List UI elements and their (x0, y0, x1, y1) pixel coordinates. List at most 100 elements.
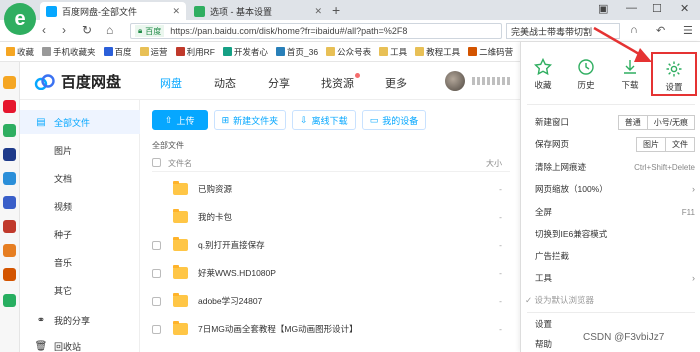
home-icon[interactable]: ⌂ (106, 23, 113, 37)
table-row[interactable]: q.别打开直接保存 - (152, 232, 510, 258)
menu-item-zoom[interactable]: 网页缩放（100%） › (535, 181, 695, 197)
pin-icon[interactable]: ▣ (598, 2, 608, 15)
tab-baidu-pan[interactable]: 百度网盘-全部文件 ✕ (40, 2, 186, 20)
menu-favorites-button[interactable]: 收藏 (523, 58, 563, 91)
game-icon[interactable] (3, 220, 16, 233)
new-folder-button[interactable]: ⊞ 新建文件夹 (213, 110, 287, 130)
mail-icon[interactable] (3, 124, 16, 137)
nav-more[interactable]: 更多 (385, 75, 407, 91)
sidebar-item-documents[interactable]: 文档 (20, 166, 140, 190)
menu-icon[interactable]: ☰ (683, 24, 693, 37)
browser-logo[interactable]: e (4, 3, 36, 35)
app-icon[interactable] (3, 172, 16, 185)
save-as-file[interactable]: 文件 (666, 136, 695, 152)
menu-item-settings[interactable]: 设置 (535, 316, 695, 332)
bookmark-item[interactable]: 手机收藏夹 (42, 46, 96, 58)
file-name: q.别打开直接保存 (198, 240, 265, 250)
favorites-icon[interactable] (3, 76, 16, 89)
close-icon[interactable]: ✕ (314, 6, 322, 17)
sidebar-item-other[interactable]: 其它 (20, 278, 140, 302)
save-as-image[interactable]: 图片 (636, 136, 666, 152)
table-row[interactable]: 好莱WWS.HD1080P - (152, 260, 510, 286)
menu-item-new-window[interactable]: 新建窗口 普通 小号/无痕 (535, 114, 695, 130)
app-icon[interactable] (3, 294, 16, 307)
column-size-header[interactable]: 大小 (486, 158, 502, 169)
close-icon[interactable]: ✕ (172, 6, 180, 17)
weibo-icon[interactable] (3, 100, 16, 113)
device-icon: ▭ (369, 114, 379, 125)
bookmark-item[interactable]: 公众号表 (326, 46, 371, 58)
table-row[interactable]: 我的卡包 - (152, 204, 510, 230)
bookmark-item[interactable]: 教程工具 (415, 46, 460, 58)
sidebar-item-torrents[interactable]: 种子 (20, 222, 140, 246)
app-icon[interactable] (3, 196, 16, 209)
table-row[interactable]: adobe学习24807 - (152, 288, 510, 314)
sidebar-item-all-files[interactable]: ▤ 全部文件 (20, 110, 140, 134)
row-checkbox[interactable] (152, 296, 161, 306)
menu-item-default-browser[interactable]: ✓ 设为默认浏览器 (525, 292, 685, 308)
trash-icon: 🗑︎ (34, 340, 48, 352)
row-checkbox[interactable] (152, 268, 161, 278)
new-window-normal[interactable]: 普通 (617, 114, 648, 130)
nav-find-resource[interactable]: 找资源 (321, 73, 360, 91)
search-text: 完美战士带毒带切割 (511, 26, 593, 37)
sidebar-item-images[interactable]: 图片 (20, 138, 140, 162)
close-window-icon[interactable]: ✕ (680, 2, 689, 15)
bookmark-item[interactable]: 百度 (103, 46, 132, 58)
baidu-pan-logo[interactable]: 百度网盘 (34, 71, 121, 92)
folder-icon (379, 47, 389, 56)
row-checkbox[interactable] (152, 240, 161, 250)
sidebar-item-videos[interactable]: 视频 (20, 194, 140, 218)
folder-icon (139, 47, 149, 56)
table-row[interactable]: 7日MG动画全套教程【MG动画图形设计】 - (152, 316, 510, 342)
forward-icon[interactable]: › (62, 23, 66, 37)
menu-item-fullscreen[interactable]: 全屏 F11 (535, 204, 695, 220)
bookmark-item[interactable]: 首页_36 (275, 46, 318, 58)
menu-settings-button[interactable]: 设置 (651, 52, 697, 96)
bookmark-item[interactable]: 运营 (139, 46, 168, 58)
address-bar[interactable]: 🔒︎ 百度 https://pan.baidu.com/disk/home?fr… (130, 23, 502, 39)
nav-share[interactable]: 分享 (268, 75, 290, 91)
minimize-icon[interactable]: — (626, 2, 637, 14)
bookmark-item[interactable]: 收藏 (6, 46, 34, 58)
menu-item-save-page[interactable]: 保存网页 图片 文件 (535, 136, 695, 152)
menu-item-adblock[interactable]: 广告拦截 (535, 248, 695, 264)
game-icon[interactable] (3, 268, 16, 281)
column-name-header[interactable]: 文件名 (168, 158, 192, 169)
nav-activity[interactable]: 动态 (214, 75, 236, 91)
sidebar-item-my-share[interactable]: ⚭ 我的分享 (20, 308, 140, 332)
table-row[interactable]: 已购资源 - (152, 176, 510, 202)
file-size: - (499, 212, 502, 222)
upload-button[interactable]: ⇧ 上传 (152, 110, 208, 130)
back-icon[interactable]: ‹ (42, 23, 46, 37)
new-tab-button[interactable]: + (332, 2, 340, 18)
bookmark-item[interactable]: 工具 (379, 46, 407, 58)
menu-item-clear-history[interactable]: 清除上网痕迹 Ctrl+Shift+Delete (535, 159, 695, 175)
file-size: - (499, 240, 502, 250)
folder-icon (326, 47, 336, 56)
tab-options[interactable]: 选项 - 基本设置 ✕ (188, 2, 328, 20)
menu-download-button[interactable]: 下载 (610, 58, 650, 91)
game-icon[interactable] (3, 244, 16, 257)
bookmark-item[interactable]: 开发者心 (222, 46, 268, 58)
menu-item-ie6-mode[interactable]: 切换到IE6兼容模式 (535, 226, 695, 242)
nav-netdisk[interactable]: 网盘 (160, 75, 182, 91)
new-window-incognito[interactable]: 小号/无痕 (647, 114, 695, 130)
offline-download-button[interactable]: ⇩ 离线下载 (292, 110, 356, 130)
row-checkbox[interactable] (152, 324, 161, 334)
my-devices-button[interactable]: ▭ 我的设备 (361, 110, 427, 130)
news-icon[interactable] (3, 148, 16, 161)
avatar[interactable] (445, 71, 465, 91)
select-all-checkbox[interactable] (152, 158, 161, 167)
bookmark-item[interactable]: 利用RF (175, 46, 215, 58)
sidebar-item-recycle-bin[interactable]: 🗑︎ 回收站 (20, 334, 140, 352)
headphones-icon[interactable]: ∩ (630, 24, 638, 36)
bookmark-item[interactable]: 二维码营 (468, 46, 513, 58)
undo-icon[interactable]: ↶ (656, 24, 665, 37)
search-box[interactable]: 完美战士带毒带切割 (506, 23, 620, 39)
refresh-icon[interactable]: ↻ (82, 23, 92, 37)
maximize-icon[interactable]: ☐ (652, 2, 662, 15)
sidebar-item-music[interactable]: 音乐 (20, 250, 140, 274)
menu-history-button[interactable]: 历史 (566, 58, 606, 91)
menu-item-tools[interactable]: 工具 › (535, 270, 695, 286)
